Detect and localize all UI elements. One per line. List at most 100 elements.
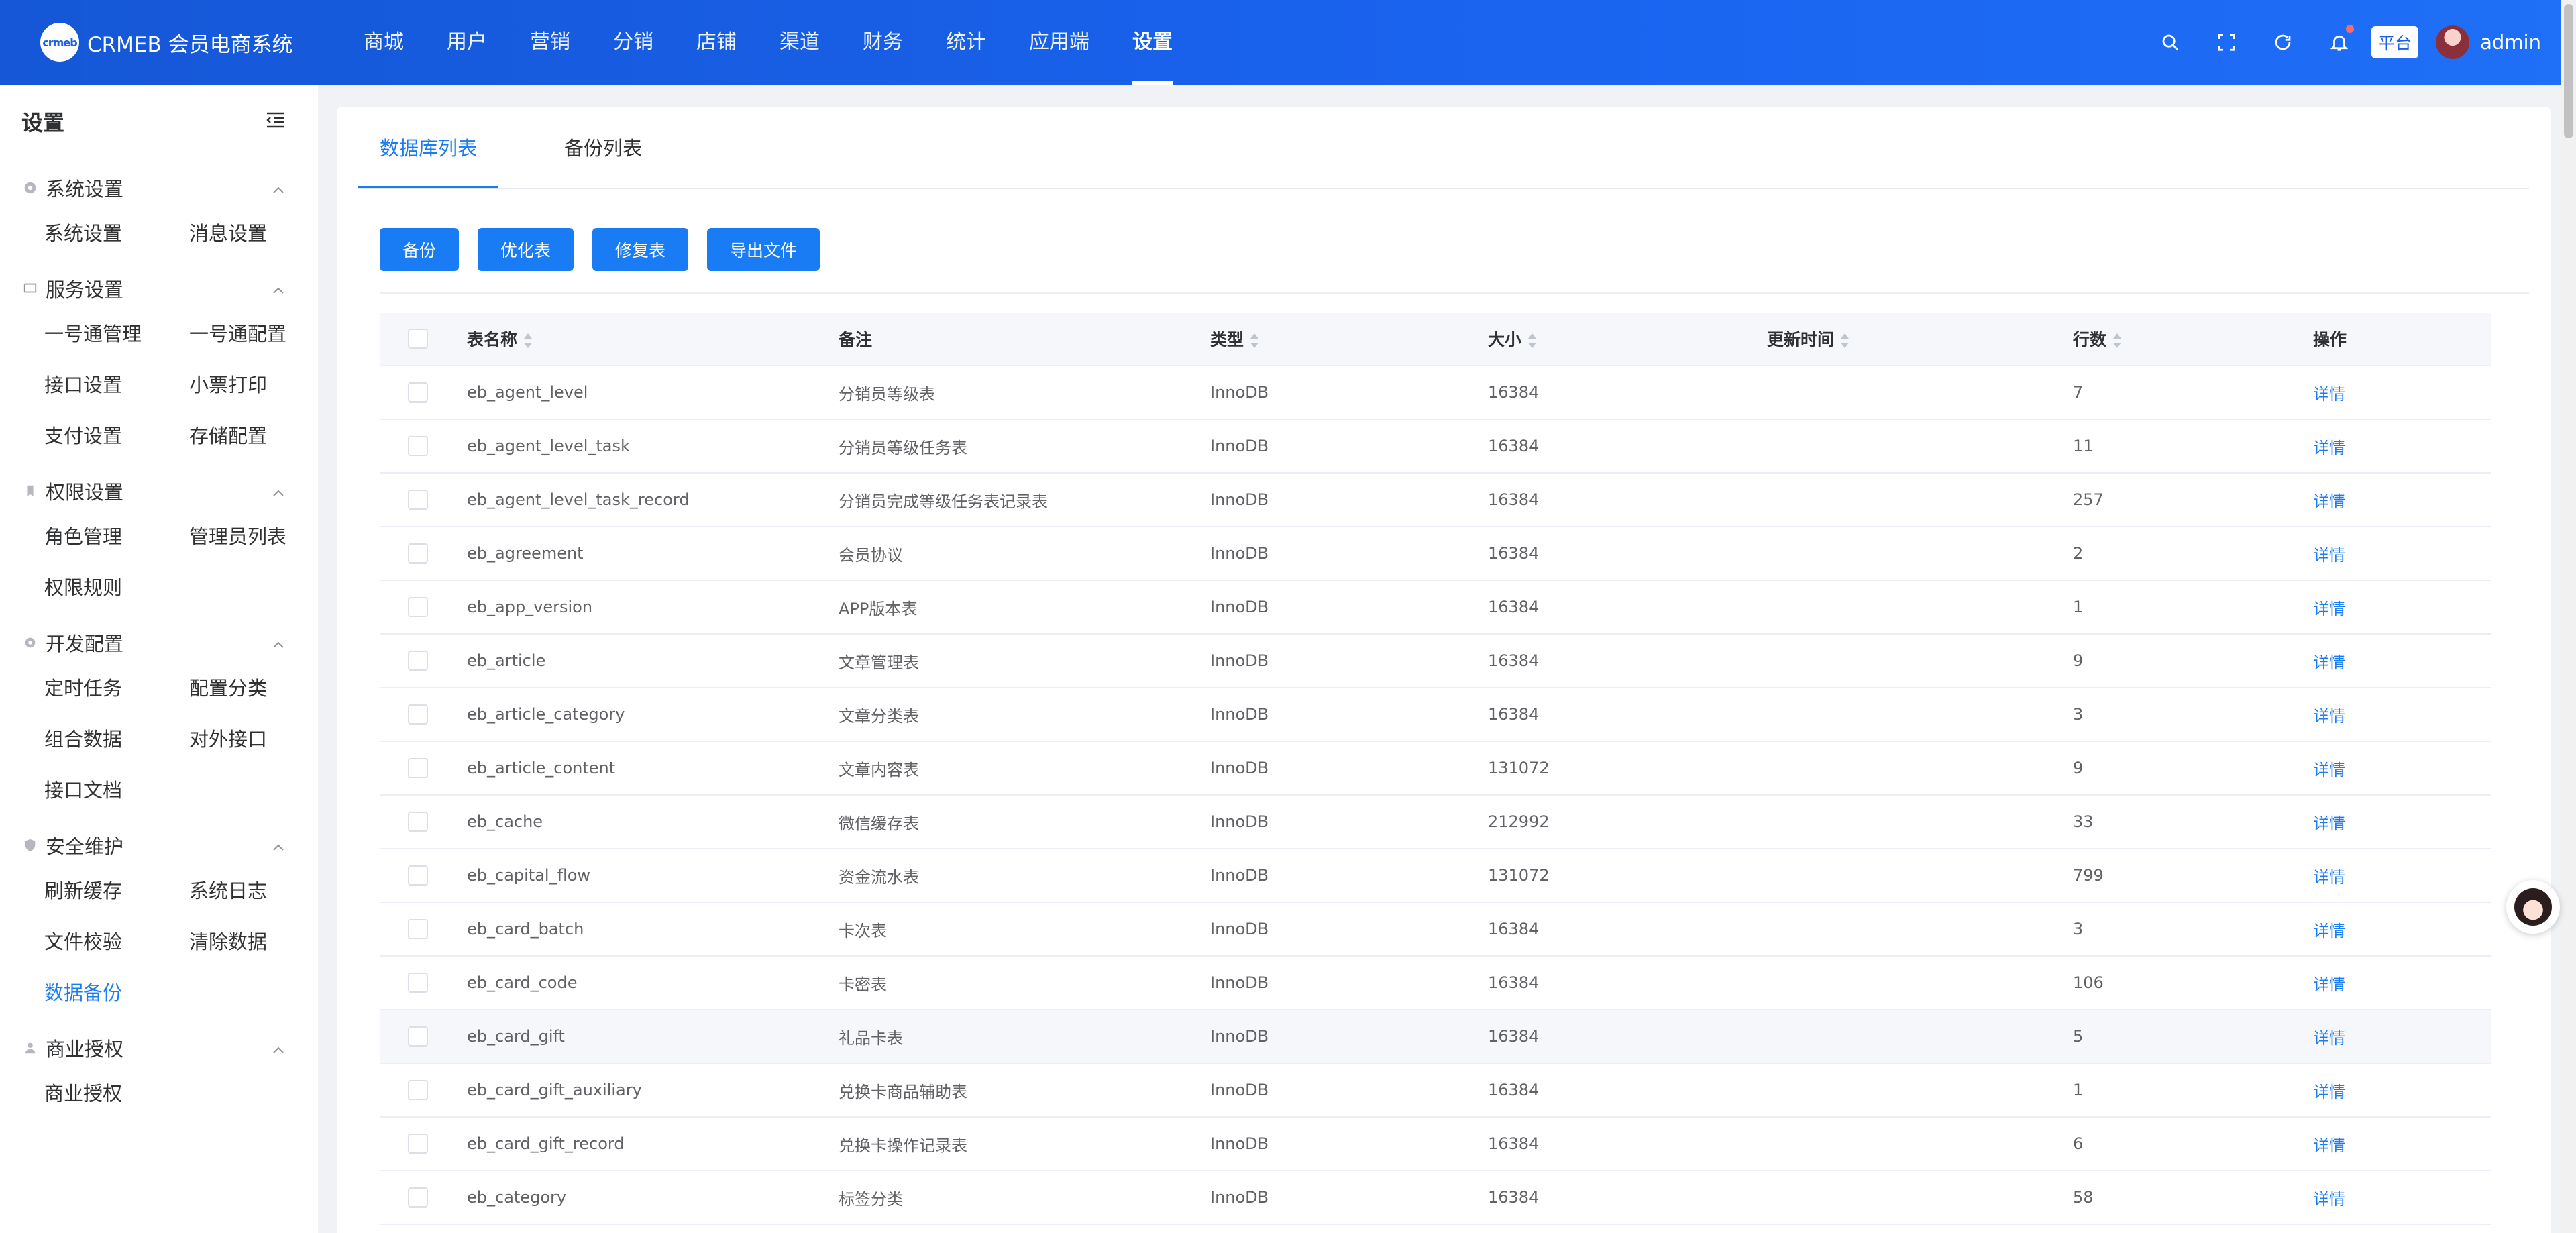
table-row[interactable]: eb_article_content 文章内容表 InnoDB 131072 9 详情	[380, 742, 2491, 796]
chevron-up-icon[interactable]	[271, 480, 286, 502]
nav-item-4[interactable]: 店铺	[675, 0, 758, 85]
chevron-up-icon[interactable]	[271, 1036, 286, 1059]
page-scrollbar[interactable]	[2561, 0, 2576, 1233]
bell-icon[interactable]	[2311, 14, 2367, 70]
row-checkbox[interactable]	[408, 758, 428, 778]
sidebar-group-2[interactable]: 权限设置	[0, 471, 318, 511]
row-checkbox[interactable]	[408, 1080, 428, 1100]
avatar[interactable]	[2436, 25, 2470, 59]
table-row[interactable]: eb_agreement 会员协议 InnoDB 16384 2 详情	[380, 527, 2491, 581]
detail-link[interactable]: 详情	[2313, 814, 2345, 833]
chevron-up-icon[interactable]	[271, 631, 286, 654]
sidebar-item[interactable]: 一号通管理	[44, 309, 189, 360]
logo[interactable]: crmeb CRMEB 会员电商系统	[40, 23, 322, 62]
sidebar-item[interactable]: 一号通配置	[189, 309, 334, 360]
sidebar-item[interactable]: 接口设置	[44, 360, 189, 411]
detail-link[interactable]: 详情	[2313, 653, 2345, 672]
search-icon[interactable]	[2142, 14, 2198, 70]
nav-item-9[interactable]: 设置	[1111, 0, 1194, 85]
table-row[interactable]: eb_card_code 卡密表 InnoDB 16384 106 详情	[380, 957, 2491, 1010]
repair-table-button[interactable]: 修复表	[592, 228, 689, 271]
row-checkbox[interactable]	[408, 597, 428, 617]
table-row[interactable]: eb_card_gift_auxiliary 兑换卡商品辅助表 InnoDB 1638…	[380, 1064, 2491, 1118]
sidebar-item[interactable]: 存储配置	[189, 411, 334, 462]
sidebar-item[interactable]: 系统日志	[189, 865, 334, 916]
detail-link[interactable]: 详情	[2313, 546, 2345, 565]
nav-item-8[interactable]: 应用端	[1008, 0, 1111, 85]
row-checkbox[interactable]	[408, 436, 428, 456]
col-rows-header[interactable]: 行数	[2073, 327, 2313, 351]
table-row[interactable]: eb_agent_level 分销员等级表 InnoDB 16384 7 详情	[380, 366, 2491, 420]
row-checkbox[interactable]	[408, 543, 428, 564]
sidebar-item[interactable]: 系统设置	[44, 208, 189, 259]
table-row[interactable]: eb_card_batch 卡次表 InnoDB 16384 3 详情	[380, 903, 2491, 957]
customer-service-button[interactable]	[2506, 880, 2560, 934]
sort-icon[interactable]	[1250, 333, 1259, 348]
scroll-thumb[interactable]	[2564, 4, 2573, 138]
detail-link[interactable]: 详情	[2313, 707, 2345, 726]
row-checkbox[interactable]	[408, 1026, 428, 1047]
sidebar-item[interactable]: 小票打印	[189, 360, 334, 411]
chevron-up-icon[interactable]	[271, 277, 286, 300]
table-row[interactable]: eb_app_version APP版本表 InnoDB 16384 1 详情	[380, 581, 2491, 635]
detail-link[interactable]: 详情	[2313, 1190, 2345, 1209]
detail-link[interactable]: 详情	[2313, 1029, 2345, 1048]
sidebar-item[interactable]: 文件校验	[44, 916, 189, 967]
sort-icon[interactable]	[524, 333, 533, 348]
sidebar-item[interactable]: 支付设置	[44, 411, 189, 462]
sidebar-item[interactable]: 对外接口	[189, 714, 334, 765]
nav-item-7[interactable]: 统计	[924, 0, 1008, 85]
table-row[interactable]: eb_article 文章管理表 InnoDB 16384 9 详情	[380, 635, 2491, 688]
sidebar-group-3[interactable]: 开发配置	[0, 623, 318, 663]
detail-link[interactable]: 详情	[2313, 385, 2345, 404]
row-checkbox[interactable]	[408, 651, 428, 671]
sidebar-item[interactable]: 组合数据	[44, 714, 189, 765]
tab-1[interactable]: 备份列表	[543, 107, 663, 189]
detail-link[interactable]: 详情	[2313, 868, 2345, 887]
table-row[interactable]: eb_agent_level_task_record 分销员完成等级任务表记录表 I…	[380, 474, 2491, 527]
sort-icon[interactable]	[1841, 333, 1849, 348]
table-row[interactable]: eb_agent_level_task 分销员等级任务表 InnoDB 16384 11…	[380, 420, 2491, 474]
fullscreen-icon[interactable]	[2198, 14, 2255, 70]
refresh-icon[interactable]	[2255, 14, 2311, 70]
nav-item-0[interactable]: 商城	[342, 0, 425, 85]
row-checkbox[interactable]	[408, 919, 428, 939]
col-name-header[interactable]: 表名称	[467, 327, 839, 351]
sidebar-item[interactable]: 接口文档	[44, 765, 189, 816]
row-checkbox[interactable]	[408, 973, 428, 993]
row-checkbox[interactable]	[408, 1134, 428, 1154]
detail-link[interactable]: 详情	[2313, 922, 2345, 941]
nav-item-3[interactable]: 分销	[592, 0, 675, 85]
row-checkbox[interactable]	[408, 382, 428, 403]
sidebar-item[interactable]: 数据备份	[44, 967, 189, 1018]
table-row[interactable]: eb_capital_flow 资金流水表 InnoDB 131072 799 详情	[380, 849, 2491, 903]
sidebar-group-5[interactable]: 商业授权	[0, 1028, 318, 1068]
detail-link[interactable]: 详情	[2313, 492, 2345, 511]
detail-link[interactable]: 详情	[2313, 600, 2345, 619]
chevron-up-icon[interactable]	[271, 834, 286, 857]
sidebar-group-1[interactable]: 服务设置	[0, 268, 318, 309]
sidebar-item[interactable]: 刷新缓存	[44, 865, 189, 916]
detail-link[interactable]: 详情	[2313, 1083, 2345, 1102]
table-row[interactable]: eb_cache 微信缓存表 InnoDB 212992 33 详情	[380, 796, 2491, 849]
col-type-header[interactable]: 类型	[1210, 327, 1488, 351]
row-checkbox[interactable]	[408, 704, 428, 725]
nav-item-1[interactable]: 用户	[425, 0, 508, 85]
col-updated-header[interactable]: 更新时间	[1767, 327, 2073, 351]
sort-icon[interactable]	[1528, 333, 1537, 348]
col-size-header[interactable]: 大小	[1488, 327, 1767, 351]
select-all-checkbox[interactable]	[408, 329, 428, 349]
row-checkbox[interactable]	[408, 1187, 428, 1208]
row-checkbox[interactable]	[408, 865, 428, 886]
sidebar-item[interactable]: 管理员列表	[189, 511, 334, 562]
sidebar-item[interactable]: 消息设置	[189, 208, 334, 259]
tab-0[interactable]: 数据库列表	[358, 107, 499, 189]
row-checkbox[interactable]	[408, 490, 428, 510]
sidebar-item[interactable]: 定时任务	[44, 663, 189, 714]
detail-link[interactable]: 详情	[2313, 761, 2345, 780]
detail-link[interactable]: 详情	[2313, 975, 2345, 994]
sort-icon[interactable]	[2113, 333, 2122, 348]
sidebar-group-4[interactable]: 安全维护	[0, 825, 318, 865]
detail-link[interactable]: 详情	[2313, 439, 2345, 458]
nav-item-2[interactable]: 营销	[508, 0, 592, 85]
